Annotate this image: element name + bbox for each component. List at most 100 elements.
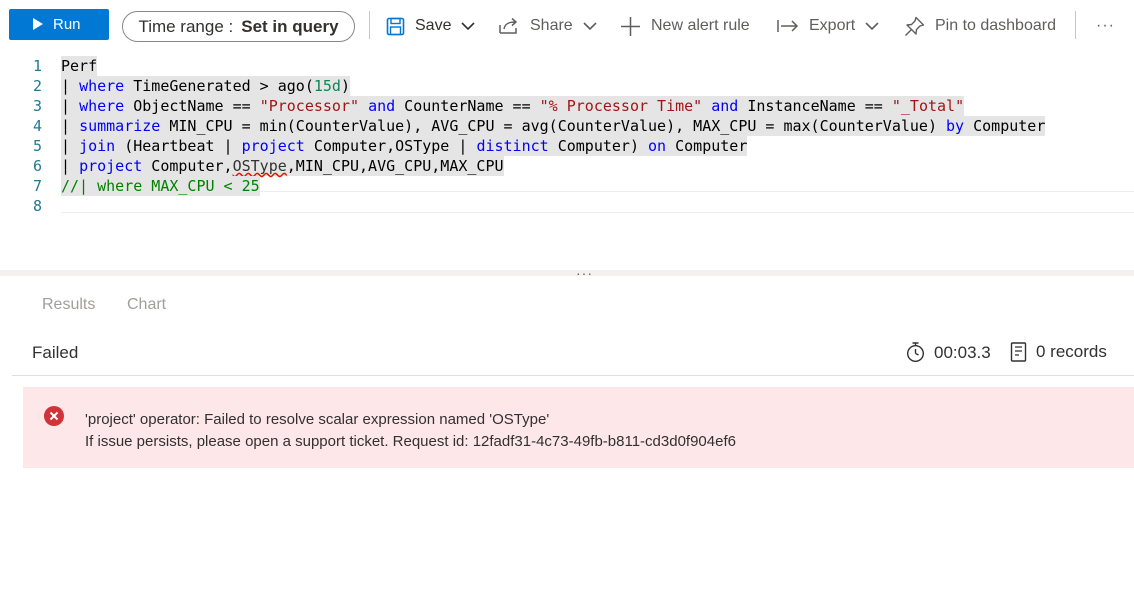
splitter-handle[interactable]: ··· [576, 265, 593, 281]
time-range-picker[interactable]: Time range : Set in query [122, 11, 355, 42]
export-button[interactable]: Export [777, 13, 889, 39]
line-number: 1 [32, 57, 42, 75]
code-token: and [368, 97, 396, 115]
code-token: | [61, 157, 80, 175]
run-label: Run [53, 16, 81, 33]
tab-chart[interactable]: Chart [127, 296, 166, 314]
code-token: Computer,OSType | [304, 137, 477, 155]
toolbar-divider [1075, 11, 1076, 39]
save-icon [386, 17, 405, 35]
code-token: project [79, 157, 143, 175]
plus-icon [621, 16, 640, 36]
query-duration: 00:03.3 [906, 342, 991, 363]
code-token: where [79, 97, 125, 115]
code-line[interactable]: 6 | project Computer,OSType,MIN_CPU,AVG_C… [0, 156, 1134, 176]
export-label: Export [809, 17, 856, 34]
code-token: OSType [232, 157, 287, 175]
code-token: Computer) [548, 137, 649, 155]
line-number: 7 [32, 177, 42, 195]
time-range-value: Set in query [241, 16, 339, 36]
query-editor[interactable]: 1 Perf 2 | where TimeGenerated > ago(15d) 3 |… [0, 54, 1134, 264]
pin-to-dashboard-button[interactable]: Pin to dashboard [904, 13, 1056, 39]
code-text: | summarize MIN_CPU = min(CounterValue),… [61, 116, 1046, 136]
pin-label: Pin to dashboard [935, 17, 1056, 34]
error-text: 'project' operator: Failed to resolve sc… [85, 409, 736, 453]
chevron-down-icon [461, 21, 476, 30]
code-token: Computer [666, 137, 748, 155]
code-token: summarize [79, 117, 161, 135]
code-token: where [79, 77, 125, 95]
line-number: 8 [32, 197, 42, 215]
pane-splitter[interactable] [0, 270, 1134, 276]
chevron-down-icon [583, 21, 597, 30]
line-number: 6 [32, 157, 42, 175]
share-icon [499, 17, 518, 34]
error-line-2: If issue persists, please open a support… [85, 433, 736, 450]
code-token: by [946, 117, 965, 135]
code-token: Perf [61, 57, 98, 75]
timer-icon [906, 342, 925, 363]
code-text: Perf [61, 56, 98, 76]
code-text: | where TimeGenerated > ago(15d) [61, 76, 350, 96]
records-icon [1010, 342, 1027, 362]
code-token: Computer [964, 117, 1046, 135]
code-token: join [79, 137, 116, 155]
code-token: "_Total" [891, 97, 965, 115]
code-text: | join (Heartbeat | project Computer,OST… [61, 136, 748, 156]
play-icon [33, 18, 43, 30]
code-token: ,MIN_CPU,AVG_CPU,MAX_CPU [286, 157, 504, 175]
code-token: TimeGenerated > ago( [124, 77, 314, 95]
save-button[interactable]: Save [386, 13, 485, 39]
code-token: 15d [313, 77, 341, 95]
query-status: Failed [32, 343, 79, 362]
code-token: | [61, 77, 80, 95]
results-status-bar: Failed 00:03.3 0 records [12, 330, 1134, 376]
code-token: distinct [476, 137, 549, 155]
code-token: and [711, 97, 739, 115]
new-alert-rule-button[interactable]: New alert rule [620, 13, 750, 39]
code-token: Computer, [142, 157, 233, 175]
save-label: Save [415, 17, 452, 34]
code-line[interactable]: 8 [0, 196, 1134, 216]
code-line[interactable]: 3 | where ObjectName == "Processor" and C… [0, 96, 1134, 116]
code-token: InstanceName == [738, 97, 892, 115]
code-token: MIN_CPU = min(CounterValue), AVG_CPU = a… [160, 117, 947, 135]
new-alert-label: New alert rule [651, 17, 750, 34]
error-icon [44, 406, 64, 426]
code-token: | [61, 137, 80, 155]
code-line[interactable]: 5 | join (Heartbeat | project Computer,OS… [0, 136, 1134, 156]
line-number: 4 [32, 117, 42, 135]
code-token: on [648, 137, 667, 155]
code-line[interactable]: 2 | where TimeGenerated > ago(15d) [0, 76, 1134, 96]
line-number: 2 [32, 77, 42, 95]
code-line[interactable]: 7 //| where MAX_CPU < 25 [0, 176, 1134, 196]
code-text: | where ObjectName == "Processor" and Co… [61, 96, 965, 116]
code-text: | project Computer,OSType,MIN_CPU,AVG_CP… [61, 156, 504, 176]
time-range-prefix: Time range : [138, 16, 234, 36]
chevron-down-icon [865, 21, 879, 30]
share-button[interactable]: Share [499, 13, 607, 39]
records-value: 0 records [1036, 342, 1107, 361]
run-button[interactable]: Run [9, 9, 109, 40]
code-token: (Heartbeat | [115, 137, 242, 155]
code-text: //| where MAX_CPU < 25 [61, 176, 260, 196]
code-token: CounterName == [395, 97, 540, 115]
code-token: | [61, 117, 80, 135]
records-count: 0 records [1010, 342, 1107, 362]
query-toolbar: Run Time range : Set in query Save Share… [0, 0, 1134, 50]
code-token: project [241, 137, 305, 155]
error-message-box: 'project' operator: Failed to resolve sc… [23, 387, 1134, 468]
code-line[interactable]: 4 | summarize MIN_CPU = min(CounterValue)… [0, 116, 1134, 136]
line-number: 5 [32, 137, 42, 155]
tab-results[interactable]: Results [42, 296, 95, 314]
error-line-1: 'project' operator: Failed to resolve sc… [85, 411, 550, 428]
code-token: ObjectName == [124, 97, 260, 115]
line-number: 3 [32, 97, 42, 115]
code-line[interactable]: 1 Perf [0, 56, 1134, 76]
more-options-button[interactable]: ··· [1096, 13, 1115, 39]
code-token: ) [340, 77, 350, 95]
toolbar-divider [369, 11, 370, 39]
share-label: Share [530, 17, 573, 34]
code-token: "Processor" [259, 97, 360, 115]
